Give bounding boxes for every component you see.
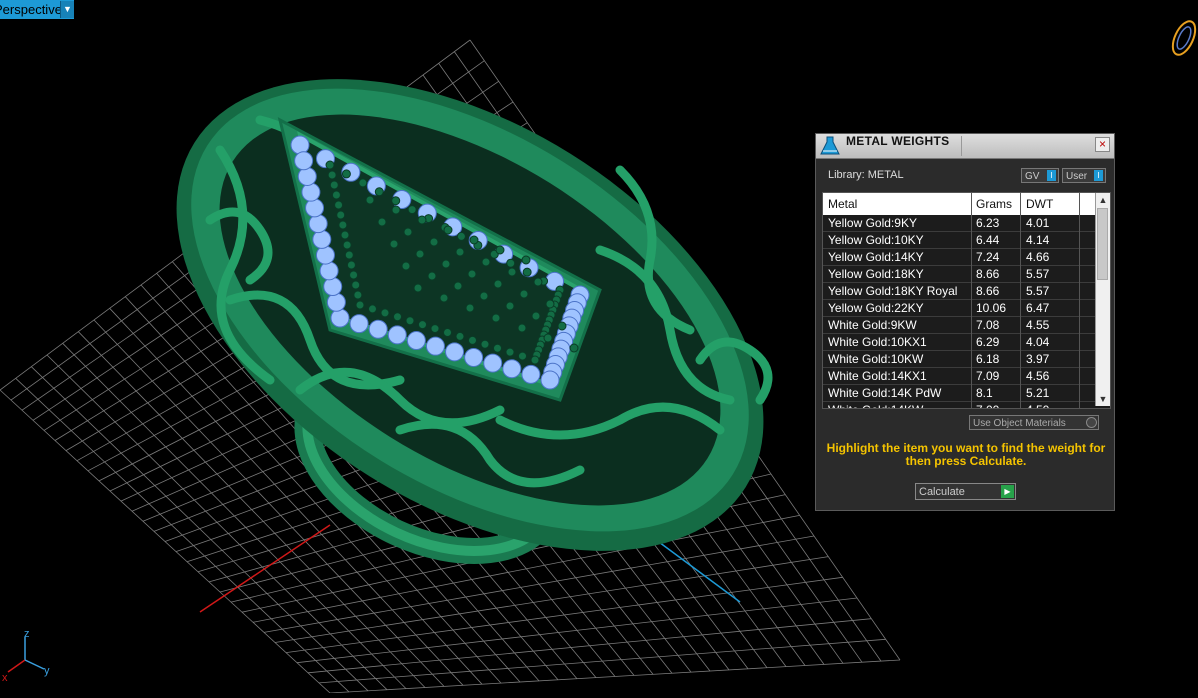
- column-divider: [1079, 193, 1080, 408]
- x-axis-label: x: [2, 672, 8, 684]
- dialog-titlebar[interactable]: METAL WEIGHTS ×: [816, 134, 1114, 159]
- cell-metal: Yellow Gold:22KY: [828, 301, 924, 315]
- cell-dwt: 5.57: [1026, 284, 1050, 298]
- cell-grams: 8.66: [976, 284, 1000, 298]
- calculate-button[interactable]: Calculate ▶: [915, 483, 1016, 500]
- table-row[interactable]: White Gold:14KW 7.00 4.50: [823, 402, 1095, 408]
- play-icon: ▶: [1001, 485, 1014, 498]
- cell-dwt: 4.04: [1026, 335, 1050, 349]
- cell-metal: White Gold:14K PdW: [828, 386, 942, 400]
- cell-metal: Yellow Gold:14KY: [828, 250, 924, 264]
- cell-metal: White Gold:14KW: [828, 402, 968, 408]
- table-row[interactable]: White Gold:10KW 6.18 3.97: [823, 351, 1095, 368]
- table-row[interactable]: Yellow Gold:18KY 8.66 5.57: [823, 266, 1095, 283]
- use-object-materials-option[interactable]: Use Object Materials: [969, 415, 1099, 430]
- dialog-title: METAL WEIGHTS: [846, 134, 950, 148]
- toggle-indicator-icon: I: [1047, 170, 1056, 181]
- cell-metal: White Gold:9KW: [828, 318, 917, 332]
- table-row[interactable]: Yellow Gold:22KY 10.06 6.47: [823, 300, 1095, 317]
- cell-dwt: 3.97: [1026, 352, 1050, 366]
- instruction-text: Highlight the item you want to find the …: [826, 441, 1106, 468]
- view-mode-label: Perspective: [0, 2, 62, 17]
- ring-model[interactable]: [94, 0, 847, 648]
- cell-dwt: 4.50: [1026, 402, 1076, 408]
- cell-grams: 6.18: [976, 352, 1000, 366]
- cell-grams: 10.06: [976, 301, 1007, 315]
- column-header-metal[interactable]: Metal: [828, 193, 857, 215]
- vertical-scrollbar[interactable]: ▲ ▼: [1095, 193, 1110, 406]
- calculate-label: Calculate: [919, 486, 965, 498]
- close-button[interactable]: ×: [1095, 137, 1110, 152]
- cell-grams: 6.23: [976, 216, 1000, 230]
- table-header: Metal Grams DWT: [823, 193, 1095, 215]
- table-row[interactable]: White Gold:9KW 7.08 4.55: [823, 317, 1095, 334]
- column-header-dwt[interactable]: DWT: [1026, 193, 1053, 215]
- view-mode-dropdown[interactable]: Perspective ▼: [0, 0, 74, 19]
- navigation-gizmo-icon[interactable]: [1168, 14, 1198, 60]
- cell-dwt: 4.55: [1026, 318, 1050, 332]
- cell-grams: 7.00: [976, 402, 1018, 408]
- toggle-indicator-icon: I: [1094, 170, 1103, 181]
- cell-dwt: 4.66: [1026, 250, 1050, 264]
- cell-grams: 6.44: [976, 233, 1000, 247]
- scrollbar-thumb[interactable]: [1097, 208, 1108, 280]
- table-row[interactable]: White Gold:10KX1 6.29 4.04: [823, 334, 1095, 351]
- metal-weights-table[interactable]: Metal Grams DWT Yellow Gold:9KY 6.23 4.01 Y…: [822, 192, 1111, 409]
- table-row[interactable]: Yellow Gold:9KY 6.23 4.01: [823, 215, 1095, 232]
- cell-metal: Yellow Gold:18KY Royal: [828, 284, 958, 298]
- chevron-down-icon[interactable]: ▼: [60, 1, 74, 18]
- table-row[interactable]: Yellow Gold:18KY Royal 8.66 5.57: [823, 283, 1095, 300]
- library-label: Library: METAL: [828, 169, 904, 181]
- cell-dwt: 4.56: [1026, 369, 1050, 383]
- column-divider: [1020, 193, 1021, 408]
- cell-dwt: 6.47: [1026, 301, 1050, 315]
- cell-grams: 8.66: [976, 267, 1000, 281]
- use-object-materials-label: Use Object Materials: [973, 418, 1066, 429]
- cell-metal: Yellow Gold:9KY: [828, 216, 917, 230]
- cell-metal: White Gold:10KX1: [828, 335, 927, 349]
- user-library-toggle[interactable]: User I: [1062, 168, 1106, 183]
- z-axis-label: z: [24, 628, 30, 640]
- flask-icon: [820, 136, 840, 155]
- scroll-up-icon[interactable]: ▲: [1096, 193, 1110, 207]
- cell-dwt: 4.01: [1026, 216, 1050, 230]
- titlebar-divider: [961, 136, 962, 156]
- table-row[interactable]: Yellow Gold:10KY 6.44 4.14: [823, 232, 1095, 249]
- column-header-grams[interactable]: Grams: [976, 193, 1012, 215]
- cell-grams: 7.08: [976, 318, 1000, 332]
- axis-triad-icon: z x y: [2, 628, 50, 684]
- user-toggle-label: User: [1066, 171, 1088, 182]
- scroll-down-icon[interactable]: ▼: [1096, 392, 1110, 406]
- gv-toggle-label: GV: [1025, 171, 1040, 182]
- cell-dwt: 4.14: [1026, 233, 1050, 247]
- cell-grams: 7.24: [976, 250, 1000, 264]
- column-divider: [971, 193, 972, 408]
- table-row[interactable]: Yellow Gold:14KY 7.24 4.66: [823, 249, 1095, 266]
- table-rows: Yellow Gold:9KY 6.23 4.01 Yellow Gold:10KY 6…: [823, 215, 1095, 408]
- cell-metal: Yellow Gold:18KY: [828, 267, 924, 281]
- radio-icon[interactable]: [1086, 417, 1097, 428]
- cell-dwt: 5.57: [1026, 267, 1050, 281]
- cell-metal: White Gold:14KX1: [828, 369, 927, 383]
- cell-grams: 8.1: [976, 386, 993, 400]
- cell-grams: 6.29: [976, 335, 1000, 349]
- y-axis-label: y: [44, 665, 50, 677]
- cell-metal: Yellow Gold:10KY: [828, 233, 924, 247]
- gv-library-toggle[interactable]: GV I: [1021, 168, 1059, 183]
- cell-grams: 7.09: [976, 369, 1000, 383]
- metal-weights-dialog[interactable]: METAL WEIGHTS × Library: METAL GV I User…: [815, 133, 1115, 511]
- table-row[interactable]: White Gold:14K PdW 8.1 5.21: [823, 385, 1095, 402]
- table-row[interactable]: White Gold:14KX1 7.09 4.56: [823, 368, 1095, 385]
- cell-dwt: 5.21: [1026, 386, 1050, 400]
- cell-metal: White Gold:10KW: [828, 352, 924, 366]
